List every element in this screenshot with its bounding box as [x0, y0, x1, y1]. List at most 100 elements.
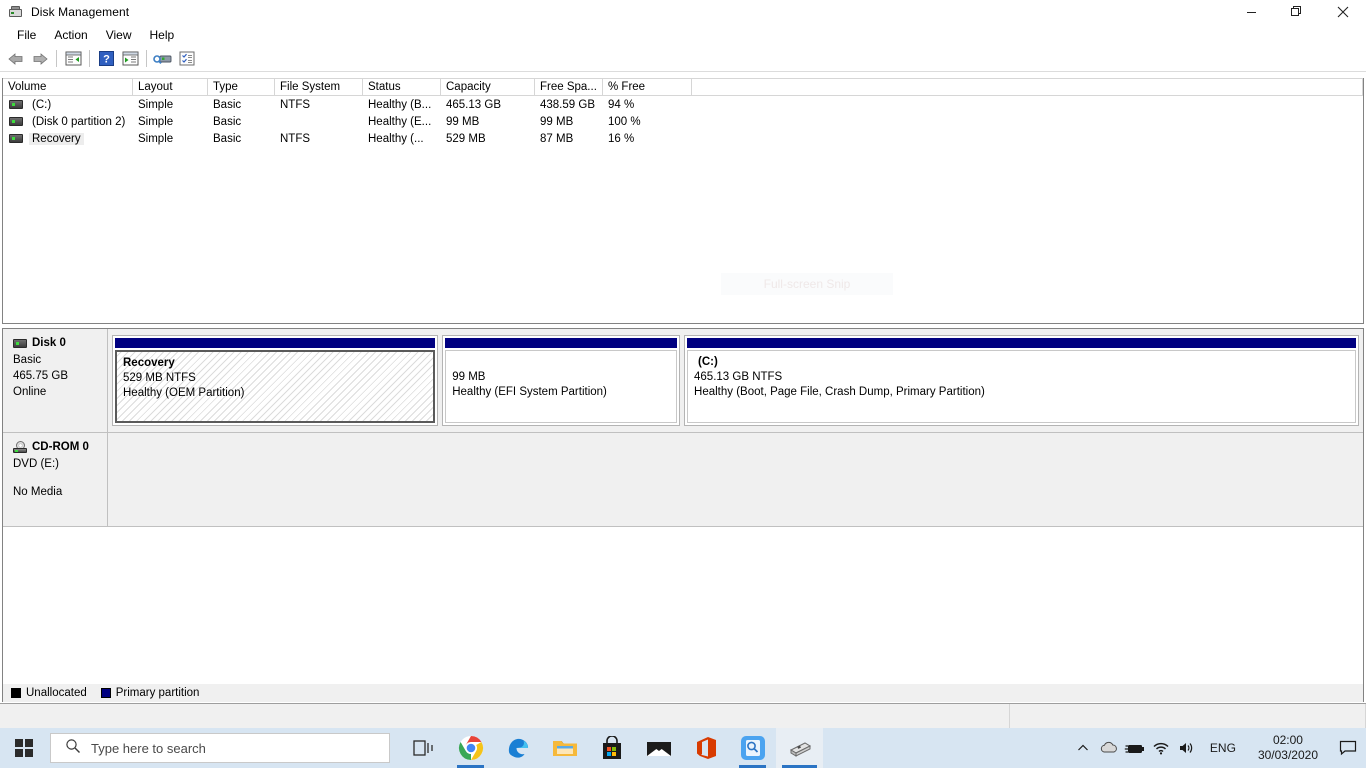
- battery-icon[interactable]: [1122, 728, 1148, 768]
- status-pane-main: [0, 704, 1010, 728]
- table-row[interactable]: (C:) Simple Basic NTFS Healthy (B... 465…: [3, 96, 1363, 113]
- legend-swatch-primary-partition: [100, 688, 111, 698]
- disk-title-cdrom-0: CD-ROM 0: [13, 441, 107, 453]
- partition-size-fs: 465.13 GB NTFS: [694, 371, 783, 383]
- partition-color-bar: [687, 338, 1356, 348]
- menu-item-help[interactable]: Help: [141, 26, 184, 44]
- cell-capacity: 99 MB: [446, 115, 480, 128]
- partition-recovery[interactable]: Recovery 529 MB NTFS Healthy (OEM Partit…: [112, 335, 439, 426]
- legend-label-primary-partition: Primary partition: [115, 687, 200, 699]
- partition-label: Recovery: [123, 357, 175, 369]
- disk-name: CD-ROM 0: [32, 441, 89, 453]
- disk-title-disk-0: Disk 0: [13, 337, 107, 349]
- rescan-disks-icon[interactable]: [151, 48, 175, 70]
- snipping-tool-icon[interactable]: [729, 728, 776, 768]
- volume-icon: [9, 134, 23, 143]
- cell-free-space: 99 MB: [540, 115, 574, 128]
- partition-details: (C:) 465.13 GB NTFS Healthy (Boot, Page …: [687, 350, 1356, 423]
- column-header-status[interactable]: Status: [363, 78, 441, 95]
- partition-c-drive[interactable]: (C:) 465.13 GB NTFS Healthy (Boot, Page …: [684, 335, 1359, 426]
- table-row[interactable]: Recovery Simple Basic NTFS Healthy (... …: [3, 130, 1363, 147]
- show-hide-console-tree-icon[interactable]: [61, 48, 85, 70]
- disk-info-cdrom-0[interactable]: CD-ROM 0 DVD (E:) No Media: [3, 433, 108, 526]
- table-row[interactable]: (Disk 0 partition 2) Simple Basic Health…: [3, 113, 1363, 130]
- cell-volume: Recovery: [3, 132, 133, 145]
- partition-label: [452, 355, 670, 370]
- task-view-icon[interactable]: [400, 728, 447, 768]
- column-header-capacity[interactable]: Capacity: [441, 78, 535, 95]
- cell-percent-free: 100 %: [608, 115, 641, 128]
- microsoft-office-icon[interactable]: [682, 728, 729, 768]
- partition-efi-system[interactable]: 99 MB Healthy (EFI System Partition): [442, 335, 681, 426]
- partition-legend: Unallocated Primary partition: [2, 684, 1364, 702]
- microsoft-store-icon[interactable]: [588, 728, 635, 768]
- column-header-filler: [692, 78, 1363, 95]
- toolbar-separator: [146, 50, 147, 67]
- cell-status: Healthy (...: [368, 132, 424, 145]
- speaker-icon[interactable]: [1174, 728, 1200, 768]
- cell-type: Basic: [213, 132, 242, 145]
- properties-icon[interactable]: [175, 48, 199, 70]
- volume-list: Volume Layout Type File System Status Ca…: [2, 78, 1364, 324]
- cell-capacity: 465.13 GB: [446, 98, 501, 111]
- column-header-type[interactable]: Type: [208, 78, 275, 95]
- forward-icon[interactable]: [28, 48, 52, 70]
- restore-button[interactable]: [1274, 0, 1320, 24]
- legend-item-primary-partition: Primary partition: [100, 687, 200, 699]
- back-icon[interactable]: [4, 48, 28, 70]
- cell-capacity: 529 MB: [446, 132, 486, 145]
- partition-details: Recovery 529 MB NTFS Healthy (OEM Partit…: [115, 350, 436, 423]
- disk-status: Online: [13, 386, 47, 398]
- help-icon[interactable]: ?: [94, 48, 118, 70]
- partition-health: Healthy (OEM Partition): [123, 387, 245, 399]
- menu-item-file[interactable]: File: [8, 26, 45, 44]
- partition-health: Healthy (EFI System Partition): [452, 386, 607, 398]
- minimize-button[interactable]: [1228, 0, 1274, 24]
- start-button[interactable]: [0, 728, 48, 768]
- cell-layout: Simple: [138, 115, 174, 128]
- clock[interactable]: 02:00 30/03/2020: [1246, 728, 1330, 768]
- action-center-icon[interactable]: [1330, 728, 1366, 768]
- cell-file-system: NTFS: [280, 132, 311, 145]
- search-input[interactable]: Type here to search: [50, 733, 390, 763]
- menu-item-view[interactable]: View: [97, 26, 141, 44]
- svg-text:?: ?: [103, 54, 110, 66]
- disk-info-disk-0[interactable]: Disk 0 Basic 465.75 GB Online: [3, 329, 108, 432]
- disk-management-icon: [8, 4, 24, 20]
- system-tray: ENG 02:00 30/03/2020: [1070, 728, 1366, 768]
- show-hide-action-pane-icon[interactable]: [118, 48, 142, 70]
- language-indicator[interactable]: ENG: [1200, 728, 1246, 768]
- wifi-icon[interactable]: [1148, 728, 1174, 768]
- cell-type: Basic: [213, 98, 242, 111]
- full-screen-snip-ghost: Full-screen Snip: [721, 273, 893, 295]
- file-explorer-icon[interactable]: [541, 728, 588, 768]
- column-header-free-space[interactable]: Free Spa...: [535, 78, 603, 95]
- microsoft-edge-icon[interactable]: [494, 728, 541, 768]
- taskbar: Type here to search ENG 02:00 30/03/2020: [0, 728, 1366, 768]
- mail-icon[interactable]: [635, 728, 682, 768]
- close-button[interactable]: [1320, 0, 1366, 24]
- column-header-percent-free[interactable]: % Free: [603, 78, 692, 95]
- volume-icon: [9, 100, 23, 109]
- show-hidden-icons-icon[interactable]: [1070, 728, 1096, 768]
- toolbar: ?: [0, 46, 1366, 72]
- partition-health: Healthy (Boot, Page File, Crash Dump, Pr…: [694, 386, 985, 398]
- volume-label: Recovery: [29, 132, 84, 145]
- title-bar: Disk Management: [0, 0, 1366, 24]
- disk-graphical-panel: Disk 0 Basic 465.75 GB Online Recovery 5…: [2, 328, 1364, 700]
- disk-management-taskbar-icon[interactable]: [776, 728, 823, 768]
- volume-label: (C:): [32, 98, 52, 111]
- disk-row-cdrom-0[interactable]: CD-ROM 0 DVD (E:) No Media: [3, 433, 1363, 527]
- disk-status: No Media: [13, 486, 63, 498]
- google-chrome-icon[interactable]: [447, 728, 494, 768]
- menu-item-action[interactable]: Action: [45, 26, 96, 44]
- cell-percent-free: 16 %: [608, 132, 635, 145]
- search-icon: [65, 738, 81, 759]
- cell-status: Healthy (E...: [368, 115, 432, 128]
- column-header-file-system[interactable]: File System: [275, 78, 363, 95]
- disk-capacity: 465.75 GB: [13, 370, 68, 382]
- column-header-volume[interactable]: Volume: [3, 78, 133, 95]
- onedrive-icon[interactable]: [1096, 728, 1122, 768]
- disk-row-disk-0[interactable]: Disk 0 Basic 465.75 GB Online Recovery 5…: [3, 329, 1363, 433]
- column-header-layout[interactable]: Layout: [133, 78, 208, 95]
